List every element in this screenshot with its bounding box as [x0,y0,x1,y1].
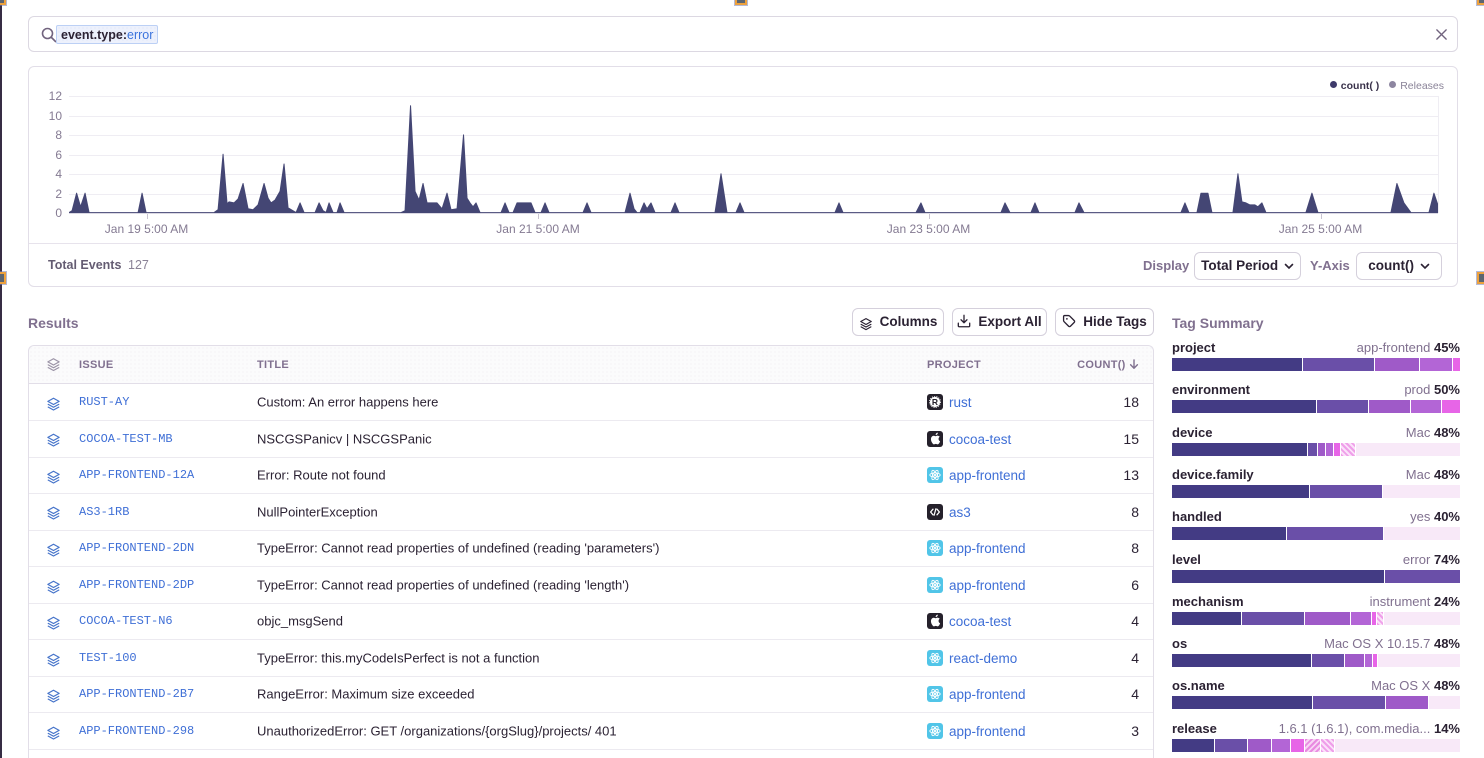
svg-text:R: R [932,397,938,407]
